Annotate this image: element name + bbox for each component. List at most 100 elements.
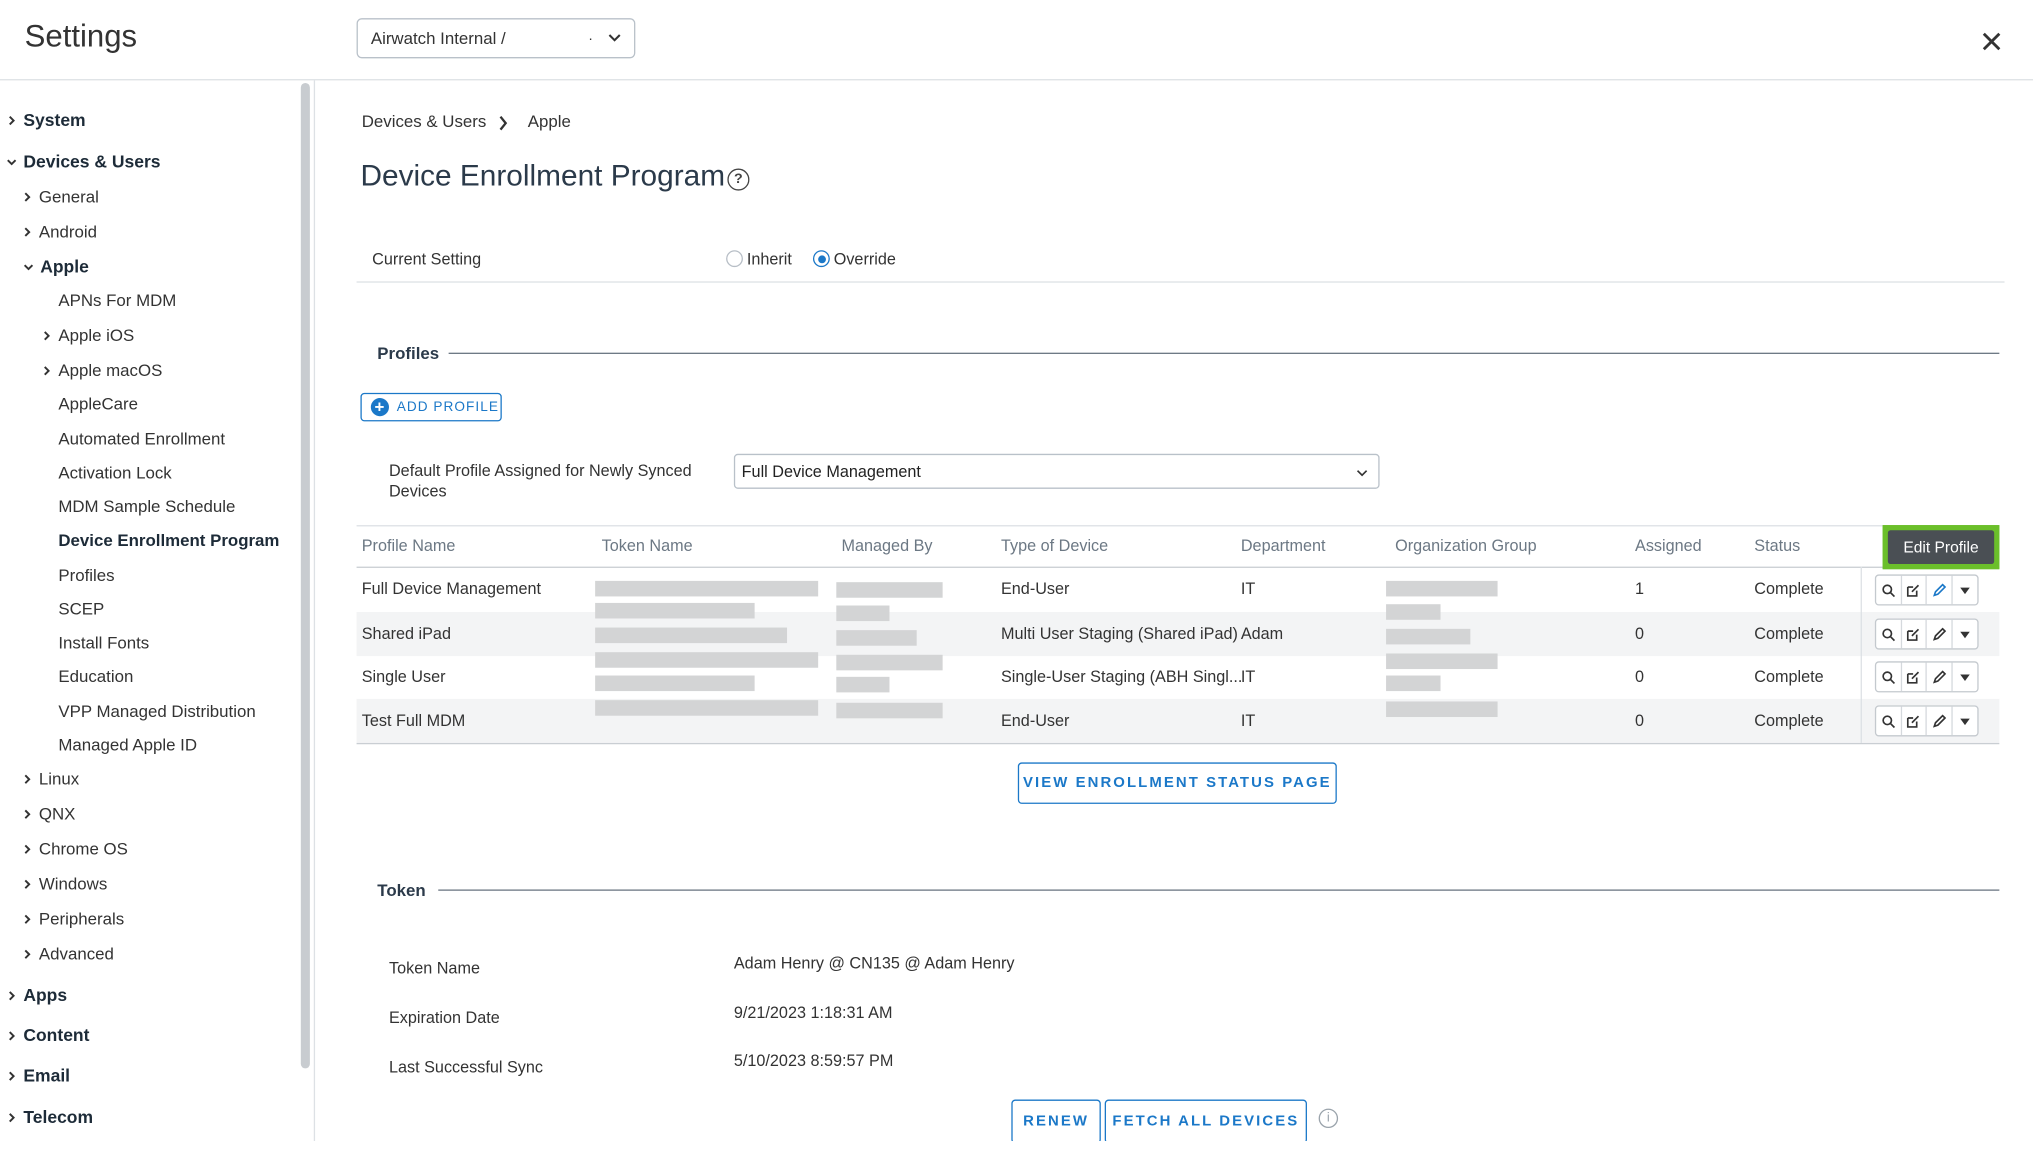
chevron-right-icon[interactable] — [22, 949, 32, 959]
chevron-right-icon[interactable] — [6, 1112, 16, 1123]
chevron-right-icon[interactable] — [41, 366, 51, 376]
sidebar-item-automated-enrollment[interactable]: Automated Enrollment — [58, 429, 225, 448]
organization-group-suffix: . — [588, 28, 593, 45]
sidebar-item-apps[interactable]: Apps — [23, 985, 67, 1004]
column-header-status[interactable]: Status — [1754, 537, 1800, 555]
sidebar-item-managed-apple-id[interactable]: Managed Apple ID — [58, 735, 197, 754]
renew-button[interactable]: RENEW — [1011, 1099, 1101, 1144]
sidebar-item-scep[interactable]: SCEP — [58, 599, 104, 618]
sidebar-item-applecare[interactable]: AppleCare — [58, 394, 138, 413]
redacted-managed-by — [836, 676, 890, 693]
chevron-right-icon[interactable] — [22, 914, 32, 924]
view-enrollment-status-button[interactable]: VIEW ENROLLMENT STATUS PAGE — [1017, 762, 1337, 804]
edit-icon[interactable] — [1901, 662, 1927, 692]
default-profile-select[interactable]: Full Device Management — [733, 453, 1380, 489]
redacted-token-name — [595, 652, 819, 668]
sidebar-item-profiles[interactable]: Profiles — [58, 565, 114, 584]
breadcrumb-apple[interactable]: Apple — [528, 112, 571, 131]
chevron-down-icon[interactable] — [6, 157, 17, 167]
pencil-icon[interactable] — [1927, 662, 1953, 692]
redacted-managed-by — [836, 702, 943, 719]
chevron-right-icon[interactable] — [22, 844, 32, 854]
column-header-token-name[interactable]: Token Name — [602, 537, 693, 555]
sidebar-item-email[interactable]: Email — [23, 1066, 70, 1085]
sidebar-item-advanced[interactable]: Advanced — [39, 944, 114, 963]
override-radio[interactable] — [812, 250, 830, 268]
edit-icon[interactable] — [1901, 706, 1927, 736]
sidebar-item-education[interactable]: Education — [58, 666, 133, 685]
search-icon[interactable] — [1876, 662, 1902, 692]
sidebar-item-linux[interactable]: Linux — [39, 769, 79, 788]
fetch-all-devices-button[interactable]: FETCH ALL DEVICES — [1104, 1099, 1307, 1144]
pencil-icon[interactable] — [1927, 575, 1953, 605]
default-profile-value: Full Device Management — [741, 462, 921, 482]
close-icon[interactable] — [1977, 27, 2006, 56]
sidebar-item-windows[interactable]: Windows — [39, 874, 107, 893]
chevron-right-icon[interactable] — [22, 192, 32, 202]
sidebar-item-apns-for-mdm[interactable]: APNs For MDM — [58, 290, 176, 309]
sidebar-item-apple-ios[interactable]: Apple iOS — [58, 325, 134, 344]
search-icon[interactable] — [1876, 706, 1902, 736]
sidebar-item-mdm-sample-schedule[interactable]: MDM Sample Schedule — [58, 497, 235, 516]
top-header: Settings Airwatch Internal / . — [0, 0, 2033, 81]
search-icon[interactable] — [1876, 619, 1902, 649]
sidebar-item-android[interactable]: Android — [39, 222, 97, 241]
chevron-down-icon[interactable] — [23, 262, 34, 272]
override-label: Override — [833, 250, 896, 269]
chevron-right-icon[interactable] — [41, 331, 51, 341]
inherit-radio[interactable] — [726, 250, 743, 268]
chevron-right-icon[interactable] — [22, 774, 32, 784]
assigned-cell: 1 — [1635, 579, 1645, 598]
column-header-managed-by[interactable]: Managed By — [841, 537, 932, 555]
pencil-icon[interactable] — [1927, 706, 1953, 736]
info-icon[interactable]: i — [1318, 1108, 1339, 1129]
sidebar-item-apple-macos[interactable]: Apple macOS — [58, 360, 162, 379]
redacted-token-name — [595, 627, 788, 644]
sidebar-item-vpp-managed-distribution[interactable]: VPP Managed Distribution — [58, 701, 255, 720]
add-profile-button[interactable]: + ADD PROFILE — [360, 392, 502, 422]
search-icon[interactable] — [1876, 575, 1902, 605]
row-actions — [1874, 574, 1979, 606]
chevron-right-icon[interactable] — [22, 879, 32, 889]
chevron-right-icon[interactable] — [6, 115, 16, 126]
caret-down-icon[interactable] — [1952, 620, 1977, 649]
sidebar-item-install-fonts[interactable]: Install Fonts — [58, 633, 149, 652]
row-actions — [1874, 618, 1979, 650]
profile-name-cell: Test Full MDM — [361, 711, 466, 730]
help-icon[interactable]: ? — [727, 168, 750, 191]
column-header-department[interactable]: Department — [1241, 537, 1326, 555]
caret-down-icon[interactable] — [1952, 576, 1977, 605]
column-header-profile-name[interactable]: Profile Name — [362, 537, 456, 555]
column-header-organization-group[interactable]: Organization Group — [1395, 537, 1536, 555]
edit-icon[interactable] — [1901, 619, 1927, 649]
column-header-type-of-device[interactable]: Type of Device — [1001, 537, 1108, 555]
column-header-assigned[interactable]: Assigned — [1635, 537, 1702, 555]
sidebar-item-apple[interactable]: Apple — [40, 257, 89, 276]
pencil-icon[interactable] — [1927, 619, 1953, 649]
sidebar-scrollbar[interactable] — [300, 82, 310, 1069]
sidebar-item-activation-lock[interactable]: Activation Lock — [58, 463, 171, 482]
sidebar-item-peripherals[interactable]: Peripherals — [39, 909, 124, 928]
sidebar-item-content[interactable]: Content — [23, 1026, 89, 1045]
sidebar-item-system[interactable]: System — [23, 110, 85, 129]
chevron-right-icon[interactable] — [22, 227, 32, 237]
sidebar-item-qnx[interactable]: QNX — [39, 804, 76, 823]
redacted-managed-by — [836, 605, 890, 622]
sidebar-item-devices-users[interactable]: Devices & Users — [23, 152, 160, 171]
sidebar-item-chrome-os[interactable]: Chrome OS — [39, 839, 128, 858]
sidebar-item-device-enrollment-program[interactable]: Device Enrollment Program — [58, 530, 279, 549]
sidebar-item-general[interactable]: General — [39, 187, 99, 206]
chevron-right-icon[interactable] — [6, 991, 16, 1001]
breadcrumb-devices-users[interactable]: Devices & Users — [362, 112, 487, 131]
chevron-right-icon[interactable] — [6, 1031, 16, 1041]
organization-group-select[interactable]: Airwatch Internal / . — [356, 18, 636, 59]
edit-icon[interactable] — [1901, 575, 1927, 605]
department-cell: Adam — [1240, 624, 1284, 644]
chevron-right-icon[interactable] — [22, 809, 32, 819]
caret-down-icon[interactable] — [1952, 663, 1977, 692]
caret-down-icon[interactable] — [1952, 707, 1977, 736]
redacted-organization-group — [1386, 628, 1471, 645]
chevron-right-icon[interactable] — [6, 1071, 16, 1081]
profile-name-cell: Full Device Management — [361, 579, 542, 598]
sidebar-item-telecom[interactable]: Telecom — [23, 1107, 93, 1126]
